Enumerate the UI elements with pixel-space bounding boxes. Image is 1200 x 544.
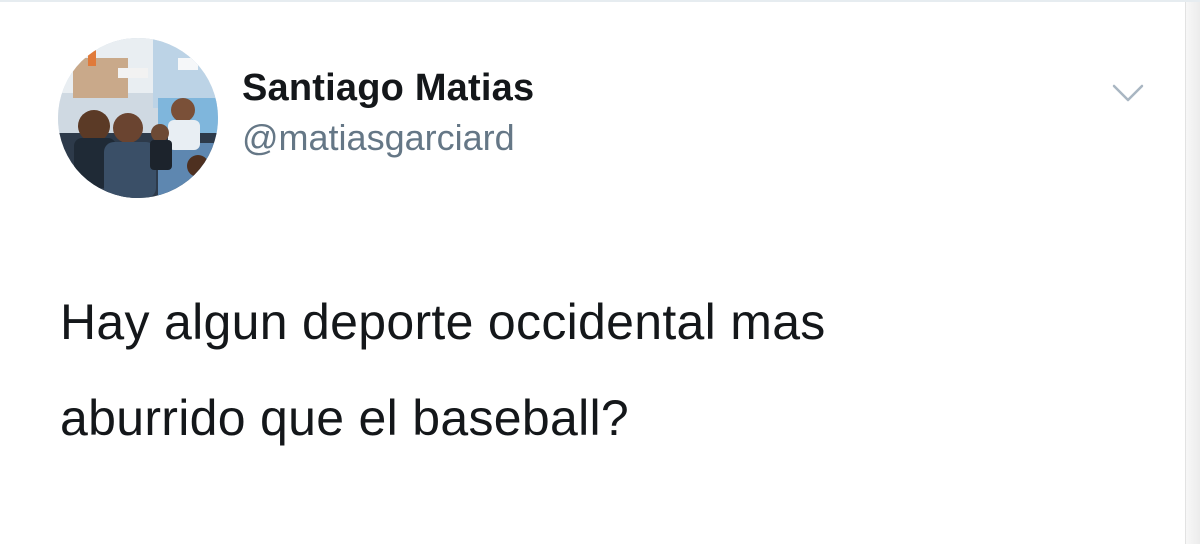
tweet-header: Santiago Matias @matiasgarciard [242, 62, 534, 162]
chevron-down-icon [1112, 84, 1144, 102]
tweet-menu-button[interactable] [1108, 76, 1148, 108]
author-display-name[interactable]: Santiago Matias [242, 62, 534, 114]
tweet-text: Hay algun deporte occidental mas aburrid… [60, 294, 826, 446]
scrollbar-edge [1185, 2, 1200, 544]
avatar-photo-image [58, 38, 218, 198]
author-handle[interactable]: @matiasgarciard [242, 114, 534, 162]
tweet-card: Santiago Matias @matiasgarciard Hay algu… [0, 0, 1200, 544]
author-avatar[interactable] [58, 38, 218, 198]
